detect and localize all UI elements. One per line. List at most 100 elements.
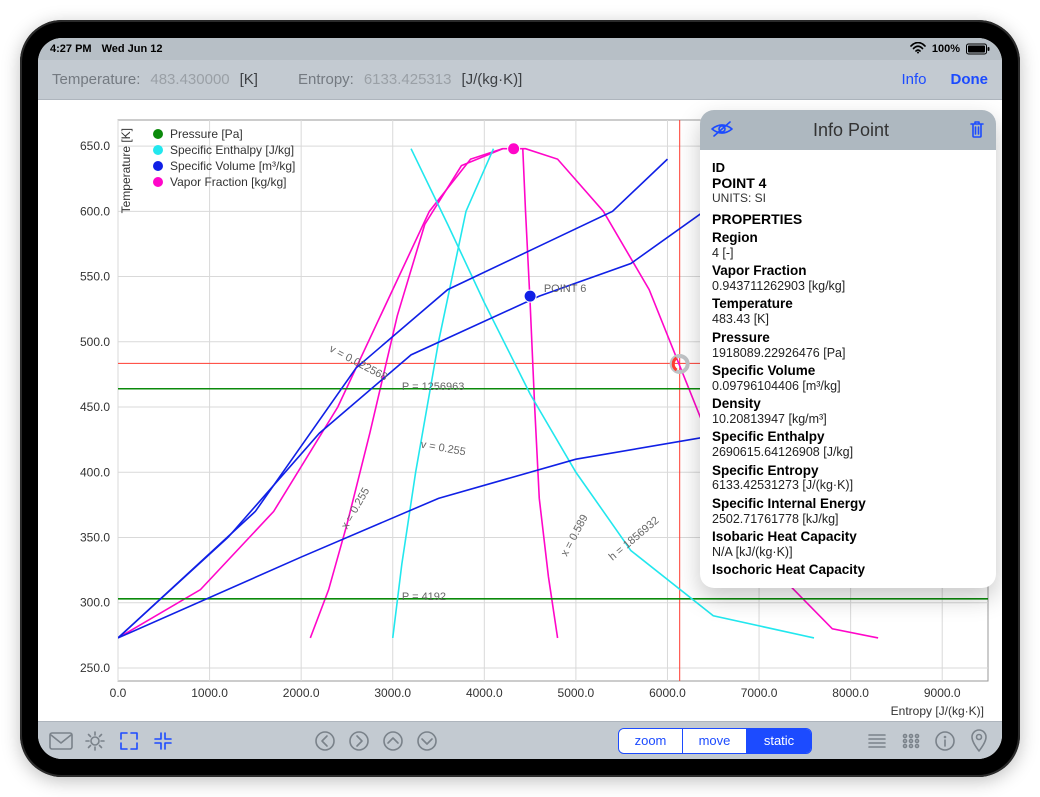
grid-icon[interactable] xyxy=(898,728,924,754)
svg-text:Specific Volume [m³/kg]: Specific Volume [m³/kg] xyxy=(170,159,295,173)
svg-text:650.0: 650.0 xyxy=(80,139,110,153)
property-row: Pressure1918089.22926476 [Pa] xyxy=(712,331,984,360)
property-row: Isobaric Heat CapacityN/A [kJ/(kg·K)] xyxy=(712,530,984,559)
svg-text:450.0: 450.0 xyxy=(80,400,110,414)
property-key: Isochoric Heat Capacity xyxy=(712,563,984,578)
svg-text:2000.0: 2000.0 xyxy=(283,686,320,700)
gear-icon[interactable] xyxy=(82,728,108,754)
done-button[interactable]: Done xyxy=(951,71,989,88)
property-value: 1918089.22926476 [Pa] xyxy=(712,346,984,360)
visibility-icon[interactable] xyxy=(710,119,734,142)
svg-text:P = 1256963: P = 1256963 xyxy=(402,381,465,393)
svg-text:Pressure [Pa]: Pressure [Pa] xyxy=(170,127,243,141)
entropy-label: Entropy: xyxy=(298,71,354,88)
svg-text:500.0: 500.0 xyxy=(80,335,110,349)
svg-text:300.0: 300.0 xyxy=(80,596,110,610)
wifi-icon xyxy=(910,42,926,57)
property-value: N/A [kJ/(kg·K)] xyxy=(712,545,984,559)
temperature-value: 483.430000 xyxy=(150,71,229,88)
property-row: Vapor Fraction0.943711262903 [kg/kg] xyxy=(712,264,984,293)
svg-text:Specific Enthalpy [J/kg]: Specific Enthalpy [J/kg] xyxy=(170,143,294,157)
property-row: Temperature483.43 [K] xyxy=(712,297,984,326)
property-value: 483.43 [K] xyxy=(712,312,984,326)
property-row: Specific Enthalpy2690615.64126908 [J/kg] xyxy=(712,430,984,459)
property-key: Temperature xyxy=(712,297,984,312)
trash-icon[interactable] xyxy=(968,119,986,142)
info-button[interactable]: Info xyxy=(901,71,926,88)
property-value: 2690615.64126908 [J/kg] xyxy=(712,445,984,459)
property-key: Specific Internal Energy xyxy=(712,497,984,512)
property-value: 4 [-] xyxy=(712,246,984,260)
info-panel: Info Point ID POINT 4 UNITS: SI PROPERTI… xyxy=(700,110,996,588)
arrow-right-icon[interactable] xyxy=(346,728,372,754)
svg-text:4000.0: 4000.0 xyxy=(466,686,503,700)
properties-heading: PROPERTIES xyxy=(712,211,984,227)
arrow-up-icon[interactable] xyxy=(380,728,406,754)
svg-text:6000.0: 6000.0 xyxy=(649,686,686,700)
property-key: Region xyxy=(712,231,984,246)
property-row: Specific Internal Energy2502.71761778 [k… xyxy=(712,497,984,526)
property-key: Specific Enthalpy xyxy=(712,430,984,445)
svg-text:350.0: 350.0 xyxy=(80,530,110,544)
property-key: Specific Volume xyxy=(712,364,984,379)
property-value: 0.09796104406 [m³/kg] xyxy=(712,379,984,393)
property-row: Region4 [-] xyxy=(712,231,984,260)
battery-pct: 100% xyxy=(932,43,960,55)
svg-text:250.0: 250.0 xyxy=(80,661,110,675)
svg-text:400.0: 400.0 xyxy=(80,465,110,479)
svg-text:3000.0: 3000.0 xyxy=(374,686,411,700)
chart-area[interactable]: 0.0 1000.0 2000.0 3000.0 4000.0 5000.0 6000.0 7… xyxy=(38,100,1002,721)
info-panel-title: Info Point xyxy=(742,120,960,141)
svg-text:0.0: 0.0 xyxy=(110,686,127,700)
bottom-toolbar: zoommovestatic xyxy=(38,721,1002,759)
location-icon[interactable] xyxy=(966,728,992,754)
top-bar: Temperature: 483.430000 [K] Entropy: 613… xyxy=(38,60,1002,100)
svg-text:7000.0: 7000.0 xyxy=(741,686,778,700)
units-label: UNITS: SI xyxy=(712,191,984,205)
svg-text:POINT 6: POINT 6 xyxy=(544,283,587,295)
property-row: Specific Entropy6133.42531273 [J/(kg·K)] xyxy=(712,464,984,493)
svg-text:8000.0: 8000.0 xyxy=(832,686,869,700)
property-value: 10.20813947 [kg/m³] xyxy=(712,412,984,426)
temperature-unit: [K] xyxy=(240,71,258,88)
svg-text:600.0: 600.0 xyxy=(80,204,110,218)
property-value: 2502.71761778 [kJ/kg] xyxy=(712,512,984,526)
segment-static[interactable]: static xyxy=(747,729,811,753)
temperature-label: Temperature: xyxy=(52,71,140,88)
mail-icon[interactable] xyxy=(48,728,74,754)
id-heading: ID xyxy=(712,160,984,175)
point-id: POINT 4 xyxy=(712,175,984,191)
property-row: Specific Volume0.09796104406 [m³/kg] xyxy=(712,364,984,393)
property-value: 0.943711262903 [kg/kg] xyxy=(712,279,984,293)
entropy-unit: [J/(kg·K)] xyxy=(461,71,522,88)
svg-text:P = 4192: P = 4192 xyxy=(402,591,446,603)
property-key: Pressure xyxy=(712,331,984,346)
collapse-icon[interactable] xyxy=(150,728,176,754)
status-time: 4:27 PM xyxy=(50,43,92,55)
svg-text:9000.0: 9000.0 xyxy=(924,686,961,700)
svg-text:5000.0: 5000.0 xyxy=(558,686,595,700)
status-bar: 4:27 PM Wed Jun 12 100% xyxy=(38,38,1002,60)
battery-icon xyxy=(966,43,990,55)
mode-segment: zoommovestatic xyxy=(618,728,812,754)
svg-text:Vapor Fraction [kg/kg]: Vapor Fraction [kg/kg] xyxy=(170,175,287,189)
status-date: Wed Jun 12 xyxy=(102,43,163,55)
property-row: Isochoric Heat Capacity xyxy=(712,563,984,578)
list-icon[interactable] xyxy=(864,728,890,754)
segment-move[interactable]: move xyxy=(683,729,747,753)
expand-icon[interactable] xyxy=(116,728,142,754)
arrow-down-icon[interactable] xyxy=(414,728,440,754)
property-key: Specific Entropy xyxy=(712,464,984,479)
info-icon[interactable] xyxy=(932,728,958,754)
property-key: Isobaric Heat Capacity xyxy=(712,530,984,545)
entropy-value: 6133.425313 xyxy=(364,71,452,88)
segment-zoom[interactable]: zoom xyxy=(619,729,683,753)
svg-text:Entropy [J/(kg·K)]: Entropy [J/(kg·K)] xyxy=(891,704,984,718)
property-key: Vapor Fraction xyxy=(712,264,984,279)
svg-text:550.0: 550.0 xyxy=(80,270,110,284)
property-value: 6133.42531273 [J/(kg·K)] xyxy=(712,478,984,492)
property-key: Density xyxy=(712,397,984,412)
arrow-left-icon[interactable] xyxy=(312,728,338,754)
svg-text:Temperature [K]: Temperature [K] xyxy=(119,128,133,213)
svg-text:1000.0: 1000.0 xyxy=(191,686,228,700)
